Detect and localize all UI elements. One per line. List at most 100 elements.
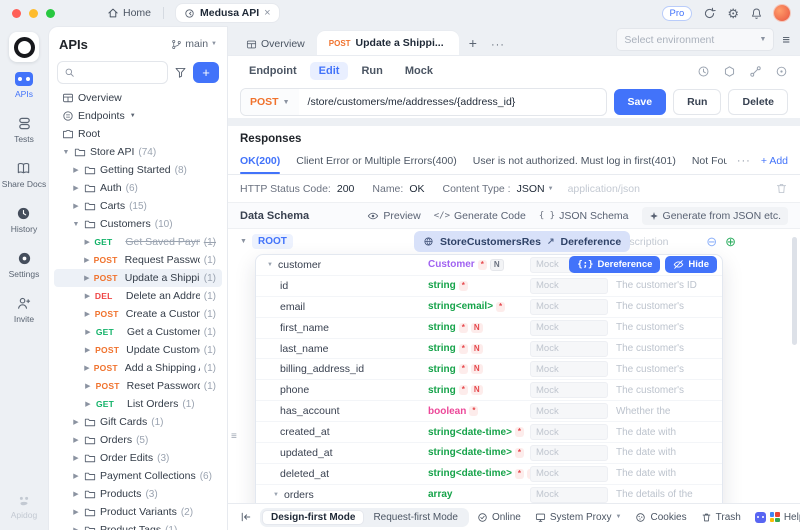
- tree-endpoint-create-customer[interactable]: ▶ POST Create a Customer (1): [54, 305, 222, 323]
- mock-input[interactable]: Mock: [530, 278, 608, 294]
- tree-folder-gift-cards[interactable]: ▶ Gift Cards (1): [54, 413, 222, 431]
- field-description[interactable]: The customer's: [616, 343, 716, 354]
- add-field-icon[interactable]: ⊕: [725, 235, 736, 248]
- tree-endpoint-delete-address[interactable]: ▶ DEL Delete an Address (1): [54, 287, 222, 305]
- field-description[interactable]: Whether the: [616, 406, 716, 417]
- subtab-run[interactable]: Run: [352, 62, 391, 80]
- mock-input[interactable]: Mock: [530, 445, 608, 461]
- chevron-right-icon[interactable]: ▶: [84, 238, 90, 246]
- project-tab[interactable]: Medusa API ×: [176, 4, 279, 22]
- chevron-expanded-icon[interactable]: ▼: [240, 238, 252, 245]
- tree-endpoint-add-shipping[interactable]: ▶ POST Add a Shipping Addr... (1): [54, 359, 222, 377]
- help-support-button[interactable]: Help & support: [755, 512, 800, 523]
- environment-select[interactable]: Select environment ▼: [616, 28, 774, 51]
- response-tabs-more-button[interactable]: ···: [737, 155, 751, 167]
- design-first-mode-button[interactable]: Design-first Mode: [262, 510, 364, 525]
- tree-folder-product-variants[interactable]: ▶ Product Variants (2): [54, 503, 222, 521]
- tree-endpoint-update-shipping[interactable]: ▶ POST Update a Shipping A... (1): [54, 269, 222, 287]
- run-button[interactable]: Run: [673, 89, 721, 115]
- tree-endpoint-request-password[interactable]: ▶ POST Request Password R... (1): [54, 251, 222, 269]
- state-icon[interactable]: [723, 65, 736, 78]
- chevron-right-icon[interactable]: ▶: [84, 346, 91, 354]
- close-icon[interactable]: ×: [264, 7, 270, 19]
- collapse-sidebar-icon[interactable]: [240, 511, 252, 523]
- field-description[interactable]: The customer's ID: [616, 280, 716, 291]
- response-name-value[interactable]: OK: [409, 183, 424, 195]
- schema-row-updated-at[interactable]: updated_at string<date-time>* Mock The d…: [256, 443, 722, 464]
- home-tab[interactable]: Home: [107, 7, 151, 19]
- rail-item-apis[interactable]: APIs: [15, 72, 33, 99]
- gear-icon[interactable]: ⚙: [727, 7, 739, 20]
- mock-input[interactable]: Mock: [530, 424, 608, 440]
- tree-folder-store-api[interactable]: ▼ Store API (74): [54, 143, 222, 161]
- schema-row-email[interactable]: email string<email>* Mock The customer's: [256, 297, 722, 318]
- schema-row-last-name[interactable]: last_name string*N Mock The customer's: [256, 339, 722, 360]
- system-proxy-selector[interactable]: System Proxy ▼: [535, 512, 622, 523]
- add-response-button[interactable]: + Add: [761, 155, 788, 167]
- dereference-button[interactable]: {;} Dereference: [569, 256, 660, 273]
- chevron-expanded-icon[interactable]: ▼: [266, 262, 274, 268]
- tab-update-shipping-active[interactable]: POST Update a Shippi...: [317, 31, 459, 55]
- tree-folder-getting-started[interactable]: ▶ Getting Started (8): [54, 161, 222, 179]
- delete-button[interactable]: Delete: [728, 89, 788, 115]
- tree-folder-order-edits[interactable]: ▶ Order Edits (3): [54, 449, 222, 467]
- chevron-right-icon[interactable]: ▶: [72, 490, 80, 498]
- field-description[interactable]: The date with: [616, 447, 716, 458]
- tree-folder-product-tags[interactable]: ▶ Product Tags (1): [54, 521, 222, 530]
- content-type-dropdown[interactable]: JSON ▼: [517, 183, 554, 195]
- subtab-edit[interactable]: Edit: [310, 62, 349, 80]
- chevron-right-icon[interactable]: ▶: [84, 364, 90, 372]
- chevron-expanded-icon[interactable]: ▼: [272, 492, 280, 498]
- tree-folder-orders[interactable]: ▶ Orders (5): [54, 431, 222, 449]
- rail-item-share-docs[interactable]: Share Docs: [2, 161, 46, 189]
- menu-icon[interactable]: ≡: [782, 35, 790, 45]
- tree-folder-payment-collections[interactable]: ▶ Payment Collections (6): [54, 467, 222, 485]
- tree-endpoint-update-customer[interactable]: ▶ POST Update Customer (1): [54, 341, 222, 359]
- chevron-right-icon[interactable]: ▶: [72, 184, 80, 192]
- subtab-endpoint[interactable]: Endpoint: [240, 62, 306, 80]
- field-description[interactable]: The date with: [616, 427, 716, 438]
- bell-icon[interactable]: [750, 7, 763, 20]
- mock-input[interactable]: Mock: [530, 341, 608, 357]
- schema-row-customer[interactable]: ▼customer Customer*N Mock {;} Dereferenc…: [256, 255, 722, 276]
- field-description[interactable]: The customer's: [616, 385, 716, 396]
- chevron-right-icon[interactable]: ▶: [72, 166, 80, 174]
- preview-button[interactable]: Preview: [367, 210, 420, 222]
- response-tab-200[interactable]: OK(200): [240, 148, 280, 174]
- chevron-right-icon[interactable]: ▶: [84, 310, 91, 318]
- rail-item-tests[interactable]: Tests: [14, 116, 34, 144]
- chevron-right-icon[interactable]: ▶: [84, 400, 92, 408]
- new-tab-button[interactable]: +: [461, 31, 485, 55]
- tree-endpoint-reset-password[interactable]: ▶ POST Reset Password (1): [54, 377, 222, 395]
- add-endpoint-button[interactable]: +: [193, 62, 219, 83]
- tree-endpoint-get-customer[interactable]: ▶ GET Get a Customer (1): [54, 323, 222, 341]
- tab-more-button[interactable]: ···: [487, 35, 509, 55]
- schema-root-row[interactable]: ▼ ROOT StoreCustomersRes ↗ Dereference D…: [228, 229, 800, 254]
- collapse-all-icon[interactable]: ⊖: [706, 235, 717, 248]
- schema-row-has-account[interactable]: has_account boolean* Mock Whether the: [256, 401, 722, 422]
- request-first-mode-button[interactable]: Request-first Mode: [364, 510, 466, 525]
- response-tab-401[interactable]: User is not authorized. Must log in firs…: [473, 148, 676, 174]
- schema-row-orders[interactable]: ▼orders array Mock The details of the: [256, 485, 722, 503]
- maximize-window-button[interactable]: [46, 9, 55, 18]
- chevron-right-icon[interactable]: ▶: [72, 202, 80, 210]
- tree-folder-customers[interactable]: ▼ Customers (10): [54, 215, 222, 233]
- chevron-expanded-icon[interactable]: ▼: [72, 221, 80, 228]
- tree-endpoint-list-orders[interactable]: ▶ GET List Orders (1): [54, 395, 222, 413]
- rail-item-invite[interactable]: Invite: [14, 296, 34, 324]
- mock-input[interactable]: Mock: [530, 382, 608, 398]
- schema-row-phone[interactable]: phone string*N Mock The customer's: [256, 380, 722, 401]
- generate-code-button[interactable]: </> Generate Code: [434, 210, 526, 222]
- relation-icon[interactable]: [749, 65, 762, 78]
- trash-button[interactable]: Trash: [701, 512, 741, 523]
- tab-overview[interactable]: Overview: [236, 33, 315, 55]
- method-dropdown[interactable]: POST ▼: [241, 89, 299, 115]
- chevron-right-icon[interactable]: ▶: [72, 436, 80, 444]
- filter-button[interactable]: [174, 65, 187, 80]
- field-description[interactable]: The details of the: [616, 489, 716, 500]
- search-input[interactable]: [79, 66, 161, 79]
- chevron-right-icon[interactable]: ▶: [84, 292, 91, 300]
- chevron-right-icon[interactable]: ▶: [72, 418, 80, 426]
- time-icon[interactable]: [697, 65, 710, 78]
- mock-input[interactable]: Mock: [530, 320, 608, 336]
